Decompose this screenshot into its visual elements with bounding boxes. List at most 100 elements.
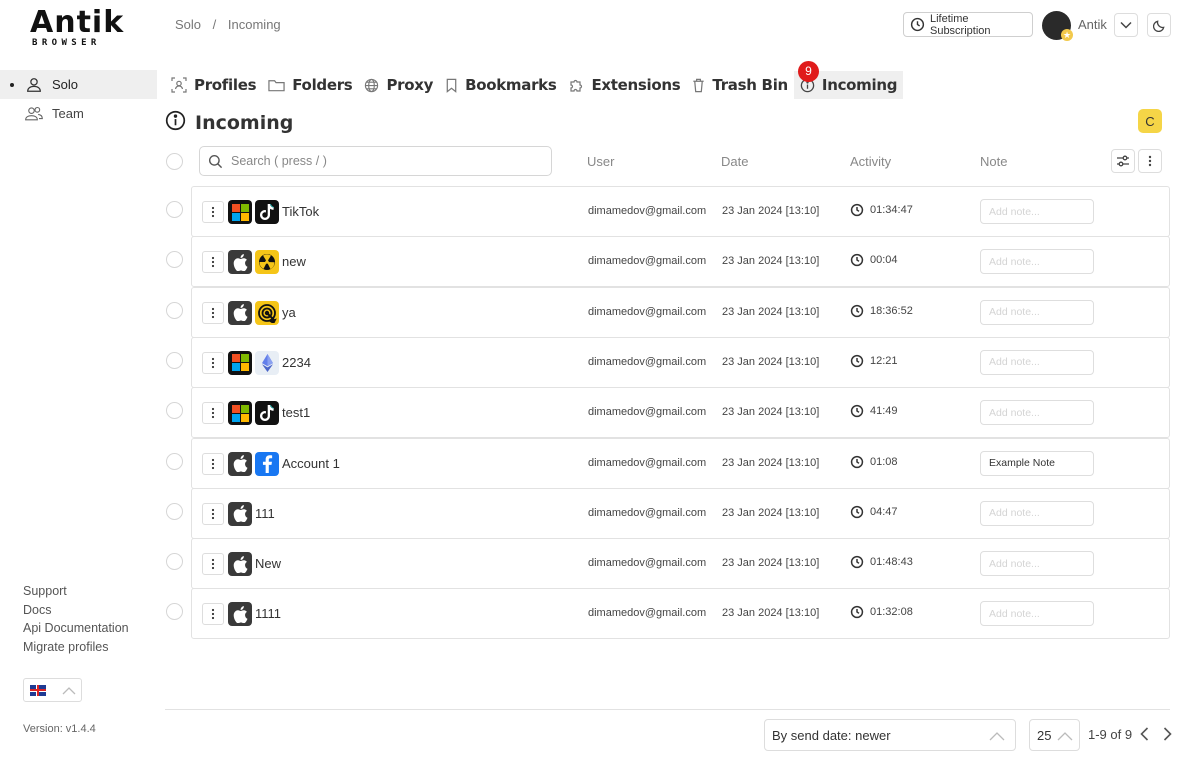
kebab-icon [211, 558, 215, 570]
sidebar-item-solo[interactable]: Solo [0, 70, 157, 99]
tab-label: Proxy [386, 76, 434, 94]
column-header-note[interactable]: Note [980, 154, 1007, 169]
profile-name[interactable]: 111 [255, 506, 275, 521]
tab-label: Trash Bin [712, 76, 788, 94]
filter-settings-button[interactable] [1111, 149, 1135, 173]
row-checkbox[interactable] [166, 301, 183, 319]
note-field[interactable] [980, 249, 1094, 275]
row-activity-value: 12:21 [870, 354, 898, 367]
tab-proxy[interactable]: Proxy [358, 71, 439, 99]
column-header-date[interactable]: Date [721, 154, 748, 169]
row-menu-button[interactable] [202, 452, 224, 475]
info-icon [165, 110, 186, 136]
row-checkbox[interactable] [166, 351, 183, 369]
table-row[interactable]: Account 1 dimamedov@gmail.com 23 Jan 2024 … [191, 437, 1170, 489]
windows-icon [228, 401, 252, 426]
note-field[interactable] [980, 400, 1094, 426]
row-menu-button[interactable] [202, 301, 224, 324]
row-checkbox[interactable] [166, 553, 183, 571]
profile-name[interactable]: ya [282, 305, 296, 320]
api-docs-link[interactable]: Api Documentation [23, 621, 129, 640]
sidebar-item-team[interactable]: Team [0, 99, 157, 128]
avatar[interactable]: ★ [1042, 11, 1073, 41]
ethereum-icon [255, 350, 279, 375]
trash-icon [692, 78, 705, 93]
table-row[interactable]: 2234 dimamedov@gmail.com 23 Jan 2024 [13:1… [191, 336, 1170, 388]
chevron-up-icon [62, 683, 76, 698]
row-activity: 18:36:52 [850, 304, 913, 318]
chevron-right-icon [1163, 727, 1172, 741]
row-checkbox[interactable] [166, 603, 183, 621]
tab-folders[interactable]: Folders [262, 71, 358, 99]
star-icon: ★ [1061, 29, 1073, 41]
row-menu-button[interactable] [202, 603, 224, 626]
table-row[interactable]: new dimamedov@gmail.com 23 Jan 2024 [13:10… [191, 236, 1170, 288]
migrate-profiles-link[interactable]: Migrate profiles [23, 640, 129, 659]
facebook-icon [255, 451, 279, 476]
per-page-select[interactable]: 25 [1029, 719, 1080, 751]
table-row[interactable]: ya dimamedov@gmail.com 23 Jan 2024 [13:10]… [191, 286, 1170, 338]
user-menu-button[interactable] [1114, 13, 1138, 37]
row-menu-button[interactable] [202, 351, 224, 374]
sidebar-nav: Solo Team [0, 70, 157, 128]
kebab-icon [211, 257, 215, 268]
row-checkbox[interactable] [166, 502, 183, 520]
docs-link[interactable]: Docs [23, 603, 129, 622]
select-all-checkbox[interactable] [166, 153, 183, 170]
note-field[interactable] [980, 299, 1094, 325]
table-row[interactable]: 111 dimamedov@gmail.com 23 Jan 2024 [13:10… [191, 487, 1170, 539]
tiktok-icon [255, 401, 279, 426]
refresh-button[interactable]: C [1138, 109, 1162, 133]
note-field[interactable] [980, 450, 1094, 476]
row-checkbox[interactable] [166, 452, 183, 470]
table-row[interactable]: test1 dimamedov@gmail.com 23 Jan 2024 [13:… [191, 387, 1170, 439]
row-menu-button[interactable] [202, 402, 224, 425]
row-menu-button[interactable] [202, 553, 224, 576]
profile-name[interactable]: new [282, 254, 306, 269]
column-header-user[interactable]: User [587, 154, 614, 169]
row-menu-button[interactable] [202, 201, 224, 223]
table-row[interactable]: New dimamedov@gmail.com 23 Jan 2024 [13:10… [191, 538, 1170, 590]
note-field[interactable] [980, 199, 1094, 224]
user-name[interactable]: Antik [1078, 17, 1107, 32]
profile-name[interactable]: 1111 [255, 606, 281, 621]
clock-icon [850, 405, 864, 418]
profile-name[interactable]: test1 [282, 405, 310, 420]
theme-toggle-button[interactable] [1147, 13, 1171, 37]
language-select[interactable] [23, 678, 82, 702]
profile-name[interactable]: Account 1 [282, 456, 340, 471]
subscription-button[interactable]: Lifetime Subscription [903, 12, 1033, 37]
row-menu-button[interactable] [202, 502, 224, 525]
table-row[interactable]: 1111 dimamedov@gmail.com 23 Jan 2024 [13:1… [191, 588, 1170, 640]
profile-name[interactable]: TikTok [282, 204, 319, 219]
row-user: dimamedov@gmail.com [588, 607, 707, 620]
profile-name[interactable]: 2234 [282, 355, 311, 370]
row-checkbox[interactable] [166, 402, 183, 420]
note-field[interactable] [980, 349, 1094, 375]
table-row[interactable]: TikTok dimamedov@gmail.com 23 Jan 2024 [13… [191, 186, 1170, 237]
more-options-button[interactable] [1138, 149, 1162, 173]
kebab-icon [211, 206, 215, 218]
row-menu-button[interactable] [202, 251, 224, 274]
tab-label: Extensions [591, 76, 681, 94]
prev-page-button[interactable] [1136, 724, 1152, 744]
tab-profiles[interactable]: Profiles [165, 71, 262, 99]
breadcrumb-solo[interactable]: Solo [175, 17, 201, 32]
tab-extensions[interactable]: Extensions [562, 71, 686, 99]
next-page-button[interactable] [1159, 724, 1175, 744]
sort-select[interactable]: By send date: newer [764, 719, 1016, 751]
note-field[interactable] [980, 551, 1094, 577]
profile-name[interactable]: New [255, 556, 281, 571]
support-link[interactable]: Support [23, 584, 129, 603]
row-checkbox[interactable] [166, 201, 183, 218]
row-checkbox[interactable] [166, 251, 183, 269]
row-date: 23 Jan 2024 [13:10] [722, 406, 820, 419]
tab-trash-bin[interactable]: Trash Bin [686, 71, 794, 99]
note-field[interactable] [980, 601, 1094, 627]
search-input[interactable] [231, 154, 531, 168]
note-field[interactable] [980, 500, 1094, 526]
column-header-activity[interactable]: Activity [850, 154, 891, 169]
row-user: dimamedov@gmail.com [588, 305, 707, 318]
tab-bookmarks[interactable]: Bookmarks [439, 71, 562, 99]
apple-icon [228, 501, 252, 526]
